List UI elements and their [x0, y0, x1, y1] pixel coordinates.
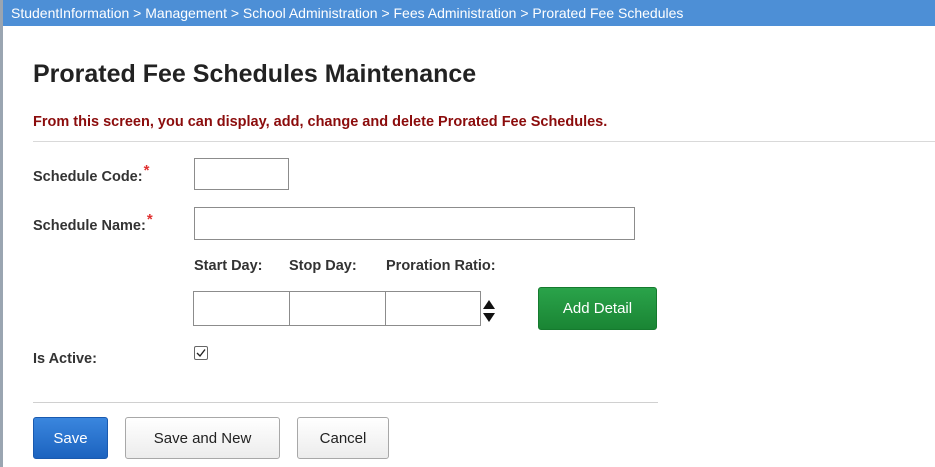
is-active-checkbox[interactable]	[194, 346, 208, 360]
start-day-header: Start Day:	[194, 258, 263, 274]
left-edge-rule	[0, 0, 3, 467]
save-button[interactable]: Save	[33, 417, 108, 459]
save-and-new-button[interactable]: Save and New	[125, 417, 280, 459]
required-marker: *	[143, 162, 150, 179]
page-title: Prorated Fee Schedules Maintenance	[33, 60, 477, 88]
proration-ratio-header: Proration Ratio:	[386, 258, 496, 274]
required-marker: *	[146, 211, 153, 228]
cancel-button[interactable]: Cancel	[297, 417, 389, 459]
stop-day-header: Stop Day:	[289, 258, 357, 274]
breadcrumb[interactable]: StudentInformation > Management > School…	[3, 0, 935, 26]
schedule-name-input[interactable]	[194, 207, 635, 240]
add-detail-button[interactable]: Add Detail	[538, 287, 657, 330]
proration-ratio-input[interactable]	[385, 291, 481, 326]
form-divider	[33, 402, 658, 403]
start-day-input[interactable]	[193, 291, 290, 326]
schedule-code-input[interactable]	[194, 158, 289, 190]
stop-day-input[interactable]	[289, 291, 386, 326]
checkmark-icon	[196, 349, 206, 358]
schedule-name-label: Schedule Name:*	[33, 211, 153, 234]
schedule-code-label: Schedule Code:*	[33, 162, 149, 185]
schedule-code-label-text: Schedule Code:	[33, 169, 143, 185]
schedule-name-label-text: Schedule Name:	[33, 218, 146, 234]
instructions-text: From this screen, you can display, add, …	[33, 114, 608, 130]
is-active-label: Is Active:	[33, 351, 97, 367]
up-down-arrows-icon[interactable]	[482, 297, 496, 325]
header-divider	[33, 141, 935, 142]
